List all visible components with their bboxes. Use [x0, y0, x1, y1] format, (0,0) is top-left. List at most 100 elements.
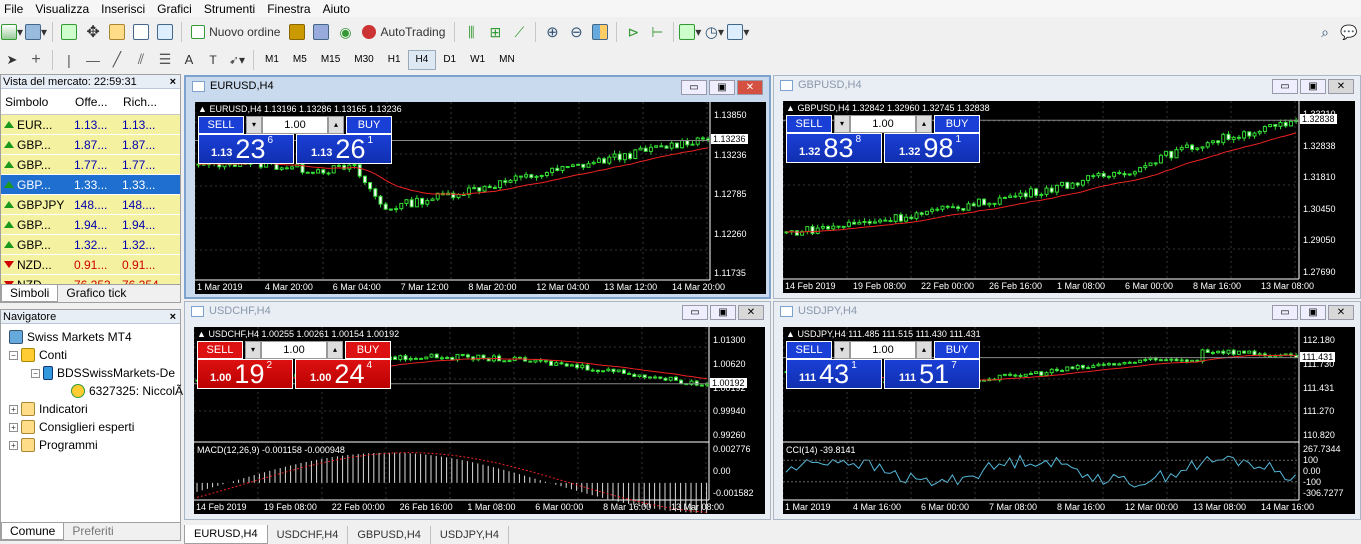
close-button[interactable]: ✕	[737, 80, 763, 95]
lots-increase-button[interactable]: ▴	[916, 341, 932, 359]
menu-charts[interactable]: Grafici	[153, 2, 200, 16]
lots-increase-button[interactable]: ▴	[327, 341, 343, 359]
bar-chart-button[interactable]: ⫼	[460, 21, 482, 43]
zoom-out-button[interactable]: ⊖	[565, 21, 587, 43]
chart-plot[interactable]: CCI(14) -39.8141 267.7344 100 0.00 -100 -306.…	[783, 327, 1355, 514]
metaeditor-button[interactable]	[286, 21, 308, 43]
cursor-button[interactable]: ➤	[1, 49, 23, 71]
timeframe-m30[interactable]: M30	[347, 50, 380, 70]
lots-input[interactable]: 1.00	[261, 341, 327, 359]
maximize-button[interactable]: ▣	[1300, 79, 1326, 94]
timeframe-h4[interactable]: H4	[407, 49, 437, 70]
strategy-tester-button[interactable]	[154, 21, 176, 43]
maximize-button[interactable]: ▣	[710, 305, 736, 320]
autotrading-button[interactable]: AutoTrading	[358, 21, 449, 43]
profiles-button[interactable]: ▾	[25, 21, 47, 43]
periods-button[interactable]: ◷ ▾	[703, 21, 725, 43]
lots-decrease-button[interactable]: ▾	[834, 115, 850, 133]
menu-tools[interactable]: Strumenti	[200, 2, 263, 16]
lots-decrease-button[interactable]: ▾	[834, 341, 850, 359]
nav-scripts[interactable]: + Programmi	[9, 438, 98, 452]
tab-usdjpy[interactable]: USDJPY,H4	[431, 526, 509, 544]
nav-account-server[interactable]: − BDSSwissMarkets-De	[31, 366, 175, 380]
buy-button[interactable]: BUY	[934, 341, 980, 359]
market-watch-row[interactable]: NZD... 0.91... 0.91...	[1, 255, 180, 275]
templates-button[interactable]: ▾	[727, 21, 749, 43]
chart-window-gbpusd[interactable]: GBPUSD,H4 ▭ ▣ ✕ ▲ GBPUSD,H4 1.32842 1.32960…	[773, 75, 1361, 299]
collapse-icon[interactable]: −	[9, 350, 18, 360]
maximize-button[interactable]: ▣	[709, 80, 735, 95]
tab-favorites[interactable]: Preferiti	[64, 523, 121, 540]
timeframe-d1[interactable]: D1	[436, 50, 463, 70]
buy-button[interactable]: BUY	[346, 116, 392, 134]
tab-symbols[interactable]: Simboli	[1, 285, 59, 302]
sell-button[interactable]: SELL	[786, 115, 832, 133]
menu-window[interactable]: Finestra	[263, 2, 318, 16]
search-button[interactable]: ⌕	[1314, 21, 1336, 43]
market-watch-row[interactable]: GBP... 1.87... 1.87...	[1, 135, 180, 155]
market-watch-row[interactable]: EUR... 1.13... 1.13...	[1, 115, 180, 135]
close-icon[interactable]: ×	[170, 76, 180, 88]
navigator-button[interactable]	[106, 21, 128, 43]
menu-file[interactable]: File	[0, 2, 31, 16]
sell-button[interactable]: SELL	[197, 341, 243, 359]
nav-expert-advisors[interactable]: + Consiglieri esperti	[9, 420, 134, 434]
market-watch-button[interactable]	[58, 21, 80, 43]
crosshair-tool-button[interactable]: +	[25, 49, 47, 71]
minimize-button[interactable]: ▭	[681, 80, 707, 95]
collapse-icon[interactable]: −	[31, 368, 40, 378]
timeframe-m1[interactable]: M1	[258, 50, 286, 70]
horizontal-line-button[interactable]: —	[82, 49, 104, 71]
close-button[interactable]: ✕	[1328, 79, 1354, 94]
lots-decrease-button[interactable]: ▾	[245, 341, 261, 359]
chat-button[interactable]: 💬	[1338, 21, 1360, 43]
col-symbol[interactable]: Simbolo	[1, 95, 71, 109]
buy-price-button[interactable]: 111 51 7	[884, 359, 980, 389]
sell-price-button[interactable]: 1.13 23 6	[198, 134, 294, 164]
buy-price-button[interactable]: 1.13 26 1	[296, 134, 392, 164]
minimize-button[interactable]: ▭	[1272, 79, 1298, 94]
new-order-button[interactable]: Nuovo ordine	[187, 21, 284, 43]
nav-root[interactable]: Swiss Markets MT4	[9, 330, 132, 344]
minimize-button[interactable]: ▭	[1272, 305, 1298, 320]
arrows-button[interactable]: ➹ ▾	[226, 49, 248, 71]
line-chart-button[interactable]: ⟋	[508, 21, 530, 43]
vertical-line-button[interactable]: |	[58, 49, 80, 71]
market-watch-row[interactable]: GBPJPY 148.... 148....	[1, 195, 180, 215]
lots-input[interactable]: 1.00	[850, 115, 916, 133]
menu-help[interactable]: Aiuto	[319, 2, 358, 16]
tab-eurusd[interactable]: EURUSD,H4	[184, 525, 268, 544]
channel-button[interactable]: ⫽	[130, 49, 152, 71]
zoom-in-button[interactable]: ⊕	[541, 21, 563, 43]
buy-button[interactable]: BUY	[934, 115, 980, 133]
tab-tick-chart[interactable]: Grafico tick	[58, 285, 134, 302]
close-icon[interactable]: ×	[170, 311, 180, 323]
timeframe-m15[interactable]: M15	[314, 50, 347, 70]
market-watch-row[interactable]: GBP... 1.33... 1.33...	[1, 175, 180, 195]
lots-increase-button[interactable]: ▴	[916, 115, 932, 133]
chart-window-usdchf[interactable]: USDCHF,H4 ▭ ▣ ✕ MACD(12,26,9) -0.001158 -0.…	[184, 301, 771, 520]
tab-common[interactable]: Comune	[1, 523, 65, 540]
market-watch-row[interactable]: GBP... 1.32... 1.32...	[1, 235, 180, 255]
nav-indicators[interactable]: + Indicatori	[9, 402, 88, 416]
market-watch-row[interactable]: GBP... 1.77... 1.77...	[1, 155, 180, 175]
sell-price-button[interactable]: 1.32 83 8	[786, 133, 882, 163]
expand-icon[interactable]: +	[9, 422, 18, 432]
buy-price-button[interactable]: 1.00 24 4	[295, 359, 391, 389]
fibonacci-button[interactable]: ☰	[154, 49, 176, 71]
buy-price-button[interactable]: 1.32 98 1	[884, 133, 980, 163]
chart-plot[interactable]: ▲ GBPUSD,H4 1.32842 1.32960 1.32745 1.32…	[783, 101, 1355, 293]
minimize-button[interactable]: ▭	[682, 305, 708, 320]
contacts-button[interactable]	[310, 21, 332, 43]
lots-input[interactable]: 1.00	[262, 116, 328, 134]
nav-accounts[interactable]: − Conti	[9, 348, 67, 362]
nav-account[interactable]: 6327325: NiccolÃ	[71, 384, 183, 398]
timeframe-mn[interactable]: MN	[492, 50, 522, 70]
buy-button[interactable]: BUY	[345, 341, 391, 359]
tab-usdchf[interactable]: USDCHF,H4	[268, 526, 349, 544]
tile-windows-button[interactable]	[589, 21, 611, 43]
menu-insert[interactable]: Inserisci	[97, 2, 153, 16]
timeframe-h1[interactable]: H1	[381, 50, 408, 70]
signals-button[interactable]: ◉	[334, 21, 356, 43]
sell-button[interactable]: SELL	[786, 341, 832, 359]
